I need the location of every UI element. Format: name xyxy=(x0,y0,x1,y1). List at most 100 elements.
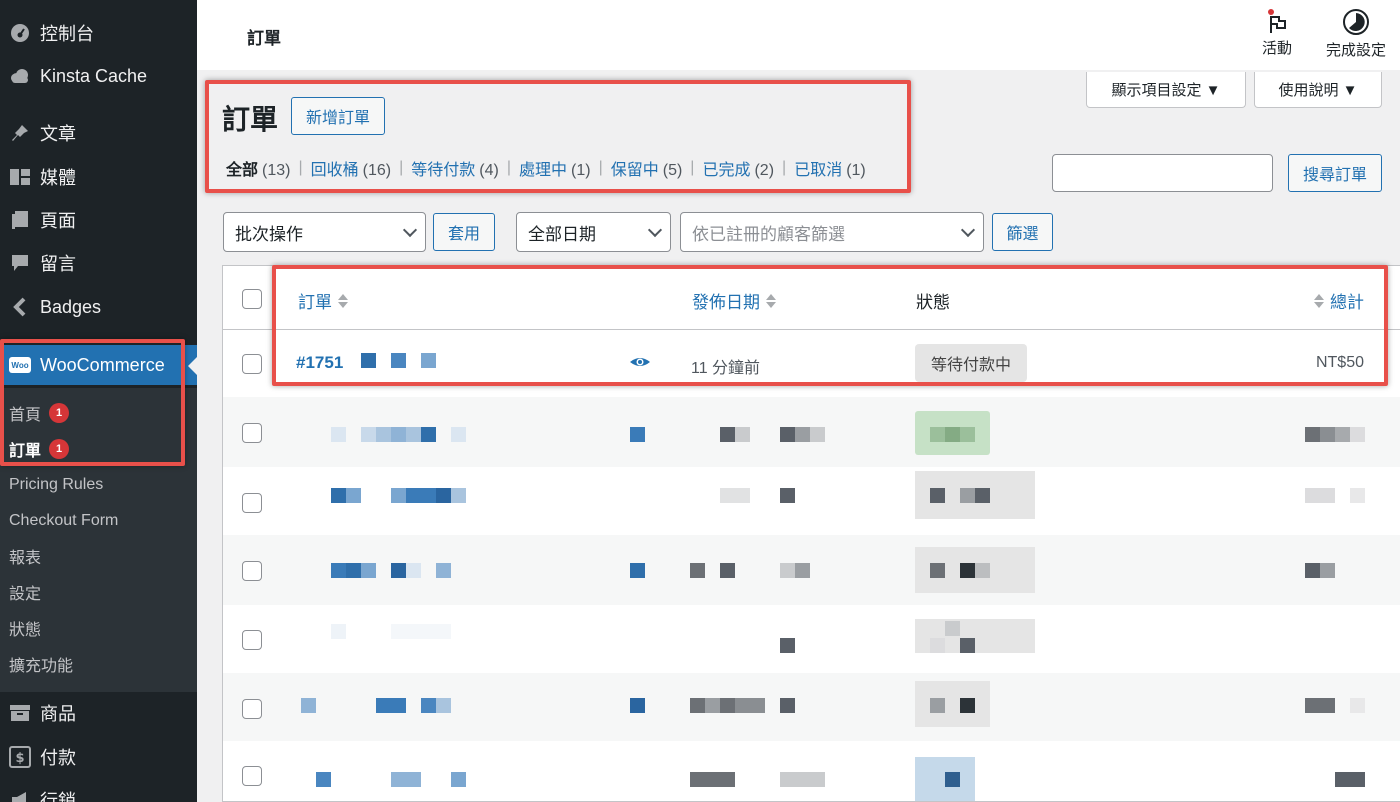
order-number-link[interactable]: #1751 xyxy=(296,353,343,373)
search-orders-button[interactable]: 搜尋訂單 xyxy=(1288,154,1382,192)
sidebar-item-posts[interactable]: 文章 xyxy=(0,113,197,153)
order-total: NT$50 xyxy=(1315,354,1364,371)
setup-button[interactable]: 完成設定 xyxy=(1326,8,1386,60)
setup-label: 完成設定 xyxy=(1326,42,1387,59)
date-filter-select[interactable]: 全部日期 xyxy=(516,212,671,252)
activity-button[interactable]: 活動 xyxy=(1262,8,1292,58)
media-icon xyxy=(0,167,40,187)
sidebar-item-products[interactable]: 商品 xyxy=(0,693,197,733)
select-all-checkbox[interactable] xyxy=(242,289,262,309)
filter-count: (16) xyxy=(362,162,392,179)
sidebar-item-kinsta-cache[interactable]: Kinsta Cache xyxy=(0,56,197,96)
sidebar-item-woocommerce[interactable]: Woo WooCommerce xyxy=(0,345,197,385)
separator: | xyxy=(598,159,603,176)
submenu-item-settings[interactable]: 設定 xyxy=(9,578,41,606)
redacted-row-content xyxy=(223,673,1400,741)
table-row[interactable] xyxy=(223,605,1400,673)
sidebar-item-label: WooCommerce xyxy=(40,354,165,375)
column-label: 訂單 xyxy=(298,293,332,312)
filter-count: (1) xyxy=(846,162,866,179)
column-date-header[interactable]: 發佈日期 xyxy=(692,288,776,313)
table-row[interactable] xyxy=(223,741,1400,801)
sort-icon xyxy=(1314,293,1324,308)
table-row[interactable]: #1751 11 分鐘前 等待付款中 NT$50 xyxy=(223,331,1400,397)
order-date: 11 分鐘前 xyxy=(691,360,761,377)
filter-on-hold[interactable]: 保留中 (5) xyxy=(611,156,683,180)
dollar-icon: $ xyxy=(0,746,40,768)
sort-icon xyxy=(338,293,348,308)
sidebar-item-payments[interactable]: $ 付款 xyxy=(0,737,197,777)
customer-filter-select[interactable]: 依已註冊的顧客篩選 xyxy=(680,212,984,252)
filter-trash[interactable]: 回收桶 (16) xyxy=(311,156,391,180)
sidebar-item-label: 文章 xyxy=(40,124,76,144)
current-menu-arrow xyxy=(188,357,197,375)
sidebar-item-dashboard[interactable]: 控制台 xyxy=(0,13,197,53)
submenu-item-checkout-form[interactable]: Checkout Form xyxy=(9,507,118,535)
filter-label: 已取消 xyxy=(794,162,843,179)
sidebar-item-label: 媒體 xyxy=(40,168,76,188)
column-order-header[interactable]: 訂單 xyxy=(298,288,348,313)
sidebar-item-pages[interactable]: 頁面 xyxy=(0,200,197,240)
filter-pending-payment[interactable]: 等待付款 (4) xyxy=(411,156,499,180)
apply-label: 套用 xyxy=(447,226,480,243)
filter-count: (5) xyxy=(662,162,683,179)
filter-count: (2) xyxy=(754,162,775,179)
redacted-customer-name xyxy=(361,353,376,368)
cloud-icon xyxy=(0,67,40,85)
submenu-item-reports[interactable]: 報表 xyxy=(9,542,41,570)
submenu-item-orders[interactable]: 訂單 1 xyxy=(9,435,70,463)
column-label: 總計 xyxy=(1330,293,1364,312)
column-label: 狀態 xyxy=(916,293,950,312)
submenu-item-home[interactable]: 首頁 1 xyxy=(9,399,70,427)
filter-button[interactable]: 篩選 xyxy=(992,213,1053,251)
submenu-item-pricing-rules[interactable]: Pricing Rules xyxy=(9,471,103,499)
column-status-header: 狀態 xyxy=(916,288,950,313)
screen-options-button[interactable]: 顯示項目設定 ▼ xyxy=(1086,72,1246,108)
chevron-down-icon xyxy=(647,222,663,237)
separator: | xyxy=(506,159,511,176)
progress-circle-icon xyxy=(1343,9,1369,35)
help-button[interactable]: 使用說明 ▼ xyxy=(1254,72,1382,108)
sort-icon xyxy=(766,293,776,308)
sidebar-item-media[interactable]: 媒體 xyxy=(0,157,197,197)
row-checkbox[interactable] xyxy=(242,354,262,374)
column-total-header[interactable]: 總計 xyxy=(1314,288,1364,313)
filter-label: 等待付款 xyxy=(411,162,476,179)
submenu-item-status[interactable]: 狀態 xyxy=(9,614,41,642)
table-row[interactable] xyxy=(223,673,1400,741)
sidebar-item-marketing[interactable]: 行銷 xyxy=(0,780,197,802)
notification-badge: 1 xyxy=(49,403,70,423)
apply-button[interactable]: 套用 xyxy=(433,213,495,251)
notification-badge: 1 xyxy=(49,439,70,459)
sidebar-item-label: 留言 xyxy=(40,254,76,274)
search-input[interactable] xyxy=(1052,154,1273,192)
sidebar-item-badges[interactable]: Badges xyxy=(0,287,197,327)
sidebar-item-label: Badges xyxy=(40,296,102,317)
svg-text:$: $ xyxy=(15,751,24,766)
separator: | xyxy=(298,159,303,176)
filter-all[interactable]: 全部 (13) xyxy=(226,156,290,180)
preview-eye-icon[interactable] xyxy=(629,353,651,376)
table-row[interactable] xyxy=(223,397,1400,467)
filter-label: 全部 xyxy=(226,162,259,179)
bulk-action-select[interactable]: 批次操作 xyxy=(223,212,426,252)
flag-icon xyxy=(1268,9,1286,33)
add-order-button[interactable]: 新增訂單 xyxy=(291,97,385,135)
filter-count: (1) xyxy=(571,162,591,179)
archive-icon xyxy=(0,703,40,723)
activity-label: 活動 xyxy=(1262,40,1293,57)
table-row[interactable] xyxy=(223,535,1400,605)
table-row[interactable] xyxy=(223,467,1400,535)
submenu-item-extensions[interactable]: 擴充功能 xyxy=(9,650,73,678)
separator: | xyxy=(399,159,404,176)
sidebar-item-comments[interactable]: 留言 xyxy=(0,243,197,283)
sidebar-item-label: 控制台 xyxy=(40,24,94,44)
filter-label: 處理中 xyxy=(518,162,567,179)
filter-cancelled[interactable]: 已取消 (1) xyxy=(794,156,866,180)
add-order-label: 新增訂單 xyxy=(305,110,370,127)
filter-processing[interactable]: 處理中 (1) xyxy=(519,156,591,180)
woocommerce-submenu: 首頁 1 訂單 1 Pricing Rules Checkout Form 報表… xyxy=(0,388,197,692)
filter-label: 篩選 xyxy=(1006,226,1039,243)
filter-completed[interactable]: 已完成 (2) xyxy=(702,156,774,180)
screen-options-label: 顯示項目設定 ▼ xyxy=(1111,82,1221,99)
